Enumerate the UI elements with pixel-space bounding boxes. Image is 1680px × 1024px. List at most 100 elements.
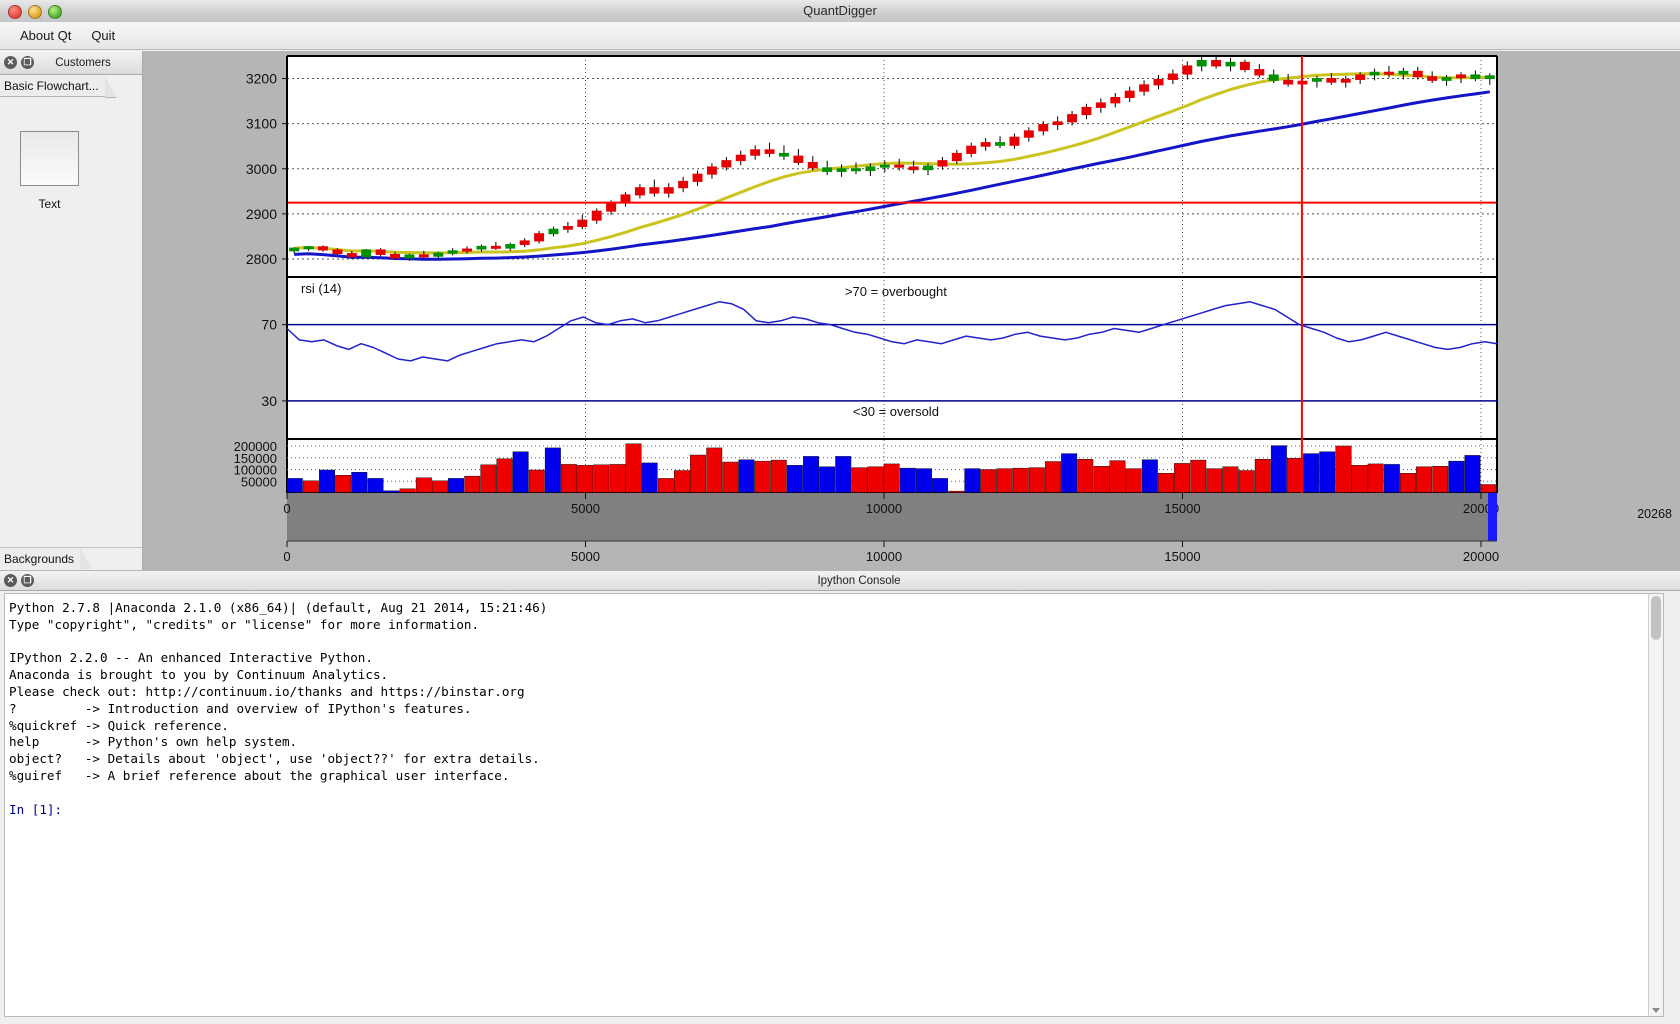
- candle-body: [332, 249, 343, 255]
- candle-body: [995, 142, 1006, 146]
- candle-body: [865, 166, 876, 172]
- candle-body: [1369, 71, 1380, 76]
- left-dock-title: Customers: [55, 56, 111, 69]
- volume-bar: [496, 458, 513, 494]
- volume-bar: [1158, 473, 1174, 494]
- volume-bar: [415, 477, 432, 494]
- candle-body: [1398, 70, 1409, 75]
- candle-body: [1081, 106, 1092, 116]
- float-icon[interactable]: ❐: [21, 56, 34, 69]
- rectangle-shape-icon: [20, 131, 79, 186]
- quant-chart[interactable]: 2800 2900 3000 3100 3200 70 30 rsi (14) >70 = ov…: [143, 51, 1680, 570]
- palette-item-text[interactable]: Text: [20, 131, 79, 211]
- candle-body: [1110, 96, 1121, 104]
- volume-bar: [1464, 455, 1481, 494]
- candle-body: [462, 248, 473, 252]
- volume-bar: [916, 468, 932, 494]
- volume-bar: [432, 480, 448, 494]
- volume-bar: [1125, 468, 1142, 494]
- volume-bar: [690, 454, 706, 494]
- candle-body: [663, 187, 674, 194]
- volume-bar: [464, 475, 481, 494]
- candle-body: [606, 202, 617, 212]
- candle-body: [1484, 75, 1495, 80]
- volume-bar: [302, 480, 319, 494]
- candle-body: [793, 155, 804, 163]
- candle-body: [1023, 130, 1034, 138]
- candle-body: [1470, 74, 1481, 80]
- app-root: QuantDigger About Qt Quit ✕ ❐ Customers …: [0, 0, 1680, 1024]
- volume-bar: [1254, 459, 1271, 494]
- candle-body: [1254, 69, 1265, 76]
- volume-bar: [964, 468, 981, 494]
- chart-scrollbar-thumb[interactable]: [1488, 493, 1497, 541]
- volume-bar: [1028, 467, 1045, 494]
- console-output-area[interactable]: Python 2.7.8 |Anaconda 2.1.0 (x86_64)| (…: [4, 593, 1664, 1017]
- tab-backgrounds[interactable]: Backgrounds: [0, 548, 81, 569]
- candle-body: [649, 187, 660, 194]
- float-icon[interactable]: ❐: [21, 574, 34, 587]
- volume-bar: [1448, 460, 1465, 494]
- candle-body: [1268, 74, 1279, 81]
- menu-item-about-qt[interactable]: About Qt: [10, 25, 81, 46]
- volume-bar: [867, 466, 884, 494]
- volume-bar: [738, 459, 755, 494]
- candle-body: [476, 245, 487, 250]
- candle-body: [836, 168, 847, 172]
- volume-bar: [932, 478, 948, 494]
- left-dock-header: ✕ ❐ Customers: [0, 51, 142, 75]
- volume-bar: [674, 470, 690, 494]
- candle-body: [447, 250, 458, 254]
- volume-bar: [1335, 445, 1352, 494]
- candle-body: [908, 166, 919, 171]
- volume-bar: [1367, 463, 1384, 494]
- volume-bar: [1480, 484, 1497, 494]
- price-y-tick-label: 2800: [246, 251, 277, 267]
- candle-body: [519, 240, 530, 246]
- rsi-oversold-annotation: <30 = oversold: [853, 404, 939, 419]
- candle-body: [1239, 61, 1250, 71]
- candle-body: [361, 249, 372, 258]
- volume-bar: [1077, 459, 1094, 494]
- volume-bar: [1222, 466, 1239, 494]
- candle-body: [778, 152, 789, 157]
- console-header: ✕ ❐ Ipython Console: [0, 570, 1680, 591]
- volume-bar: [1174, 463, 1191, 494]
- window-titlebar: QuantDigger: [0, 0, 1680, 23]
- candle-body: [750, 149, 761, 156]
- rsi-y-tick-label: 30: [261, 393, 277, 409]
- price-y-tick-label: 3100: [246, 116, 277, 132]
- inner-x-tick-label: 5000: [571, 501, 600, 516]
- volume-bar: [754, 460, 771, 494]
- candle-body: [490, 245, 501, 249]
- menu-item-quit[interactable]: Quit: [81, 25, 125, 46]
- candle-body: [937, 160, 948, 167]
- volume-bar: [319, 469, 336, 494]
- volume-bar: [835, 456, 852, 494]
- close-icon[interactable]: ✕: [4, 574, 17, 587]
- volume-bar: [544, 447, 561, 494]
- candle-body: [807, 161, 818, 169]
- price-y-tick-label: 3200: [246, 71, 277, 87]
- volume-bar: [883, 463, 900, 494]
- candle-body: [375, 249, 386, 255]
- price-panel-background: [287, 56, 1497, 277]
- close-icon[interactable]: ✕: [4, 56, 17, 69]
- volume-bar: [1351, 465, 1368, 494]
- scrollbar-thumb[interactable]: [1651, 596, 1661, 640]
- candle-body: [303, 246, 314, 250]
- scroll-down-icon[interactable]: [1652, 1008, 1660, 1013]
- tab-basic-flowchart[interactable]: Basic Flowchart...: [0, 76, 105, 97]
- volume-bar: [286, 478, 303, 494]
- candle-body: [1225, 61, 1236, 67]
- volume-bar: [1287, 458, 1304, 494]
- console-vertical-scrollbar[interactable]: [1648, 594, 1663, 1016]
- price-y-tick-label: 3000: [246, 161, 277, 177]
- console-prompt: In [1]:: [9, 801, 63, 817]
- candle-body: [1153, 78, 1164, 86]
- volume-bar: [1109, 460, 1126, 494]
- candle-body: [1326, 78, 1337, 83]
- menu-bar: About Qt Quit: [0, 22, 1680, 50]
- volume-bar: [1190, 459, 1207, 494]
- volume-bar: [512, 451, 529, 494]
